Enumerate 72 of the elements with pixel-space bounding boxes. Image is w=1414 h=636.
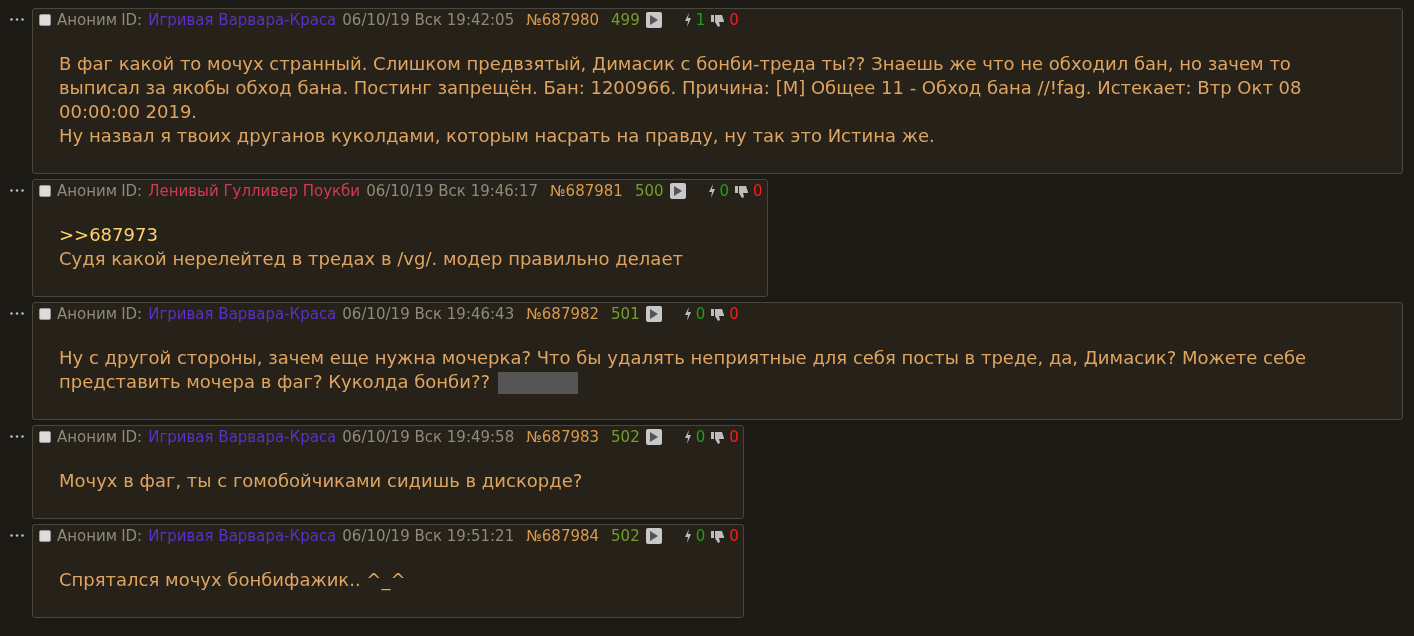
post-count: 500 — [634, 180, 664, 202]
play-icon[interactable] — [645, 306, 662, 322]
post-checkbox[interactable] — [39, 530, 51, 542]
thumbs-down-icon[interactable] — [735, 184, 750, 198]
id-label: ID: — [121, 303, 143, 325]
dislike-count: 0 — [729, 525, 739, 547]
more-icon[interactable] — [10, 312, 24, 315]
post-checkbox[interactable] — [39, 308, 51, 320]
play-icon[interactable] — [669, 183, 686, 199]
like-count: 0 — [719, 180, 730, 202]
poster-id: Игривая Варвара-Краса — [148, 426, 337, 448]
post-checkbox[interactable] — [39, 431, 51, 443]
post-date: 06/10/19 Вск 19:49:58 — [342, 426, 515, 448]
play-icon[interactable] — [645, 12, 662, 28]
post-count: 501 — [611, 303, 640, 325]
more-icon[interactable] — [10, 189, 24, 192]
play-icon[interactable] — [645, 429, 662, 445]
like-count: 0 — [695, 525, 706, 547]
post-checkbox[interactable] — [39, 185, 51, 197]
reply-link[interactable]: >>687973 — [59, 224, 158, 245]
author-name: Аноним — [57, 9, 118, 31]
more-icon[interactable] — [10, 534, 24, 537]
post-checkbox[interactable] — [39, 14, 51, 26]
post-text: Судя какой нерелейтед в тредах в /vg/. модер правильно делает — [59, 247, 684, 271]
author-name: Аноним — [57, 525, 118, 547]
post-text: Ну с другой стороны, зачем еще нужна мочерка? Что бы удалять неприятные для себя посты в треде, да, Димасик? Можете себе представить мочера в фаг? Куколда бонби?? — [59, 346, 1308, 394]
poster-id: Игривая Варвара-Краса — [148, 525, 337, 547]
post-count: 502 — [611, 426, 640, 448]
poster-id: Игривая Варвара-Краса — [148, 9, 337, 31]
dislike-count: 0 — [729, 303, 739, 325]
like-count: 1 — [695, 9, 706, 31]
post-number[interactable]: №687984 — [526, 524, 600, 548]
lightning-icon[interactable] — [683, 529, 692, 543]
post-number[interactable]: №687983 — [526, 425, 600, 449]
more-icon[interactable] — [10, 435, 24, 438]
post-number[interactable]: №687982 — [526, 302, 600, 326]
post-text: Спрятался мочух бонбифажик.. ^_^ — [59, 568, 407, 592]
poster-id: Ленивый Гулливер Поукби — [148, 180, 361, 202]
post-date: 06/10/19 Вск 19:51:21 — [342, 525, 515, 547]
thumbs-down-icon[interactable] — [711, 13, 726, 27]
lightning-icon[interactable] — [683, 13, 692, 27]
post-count: 502 — [611, 525, 640, 547]
lightning-icon[interactable] — [683, 307, 692, 321]
id-label: ID: — [121, 525, 143, 547]
lightning-icon[interactable] — [707, 184, 716, 198]
id-label: ID: — [121, 426, 143, 448]
like-count: 0 — [695, 426, 706, 448]
post-text: Ну назвал я твоих друганов куколдами, которым насрать на правду, ну так это Истина же. — [59, 124, 936, 148]
dislike-count: 0 — [753, 180, 763, 202]
thumbs-down-icon[interactable] — [711, 529, 726, 543]
more-icon[interactable] — [10, 18, 24, 21]
author-name: Аноним — [57, 180, 118, 202]
post-date: 06/10/19 Вск 19:42:05 — [342, 9, 515, 31]
post-text: Мочух в фаг, ты с гомобойчиками сидишь в дискорде? — [59, 469, 584, 493]
post-number[interactable]: №687980 — [526, 8, 600, 32]
post-date: 06/10/19 Вск 19:46:43 — [342, 303, 515, 325]
play-icon[interactable] — [645, 528, 662, 544]
post-count: 499 — [611, 9, 640, 31]
dislike-count: 0 — [729, 9, 739, 31]
post-text: В фаг какой то мочух странный. Слишком предвзятый, Димасик с бонби-треда ты?? Знаешь же что не обходил бан, но зачем то выписал за якобы обход бана. Постинг запрещён. Бан: 1200966. Причина: [M] Общее 11 - Обход бана //!fag. Истекает: Втр Окт 08 00:00:00 2019. — [59, 52, 1303, 124]
author-name: Аноним — [57, 426, 118, 448]
thumbs-down-icon[interactable] — [711, 307, 726, 321]
post-number[interactable]: №687981 — [550, 179, 623, 203]
author-name: Аноним — [57, 303, 118, 325]
lightning-icon[interactable] — [683, 430, 692, 444]
id-label: ID: — [121, 180, 143, 202]
id-label: ID: — [121, 9, 143, 31]
like-count: 0 — [695, 303, 706, 325]
thumbs-down-icon[interactable] — [711, 430, 726, 444]
poster-id: Игривая Варвара-Краса — [148, 303, 337, 325]
dislike-count: 0 — [729, 426, 739, 448]
post-date: 06/10/19 Вск 19:46:17 — [366, 180, 538, 202]
